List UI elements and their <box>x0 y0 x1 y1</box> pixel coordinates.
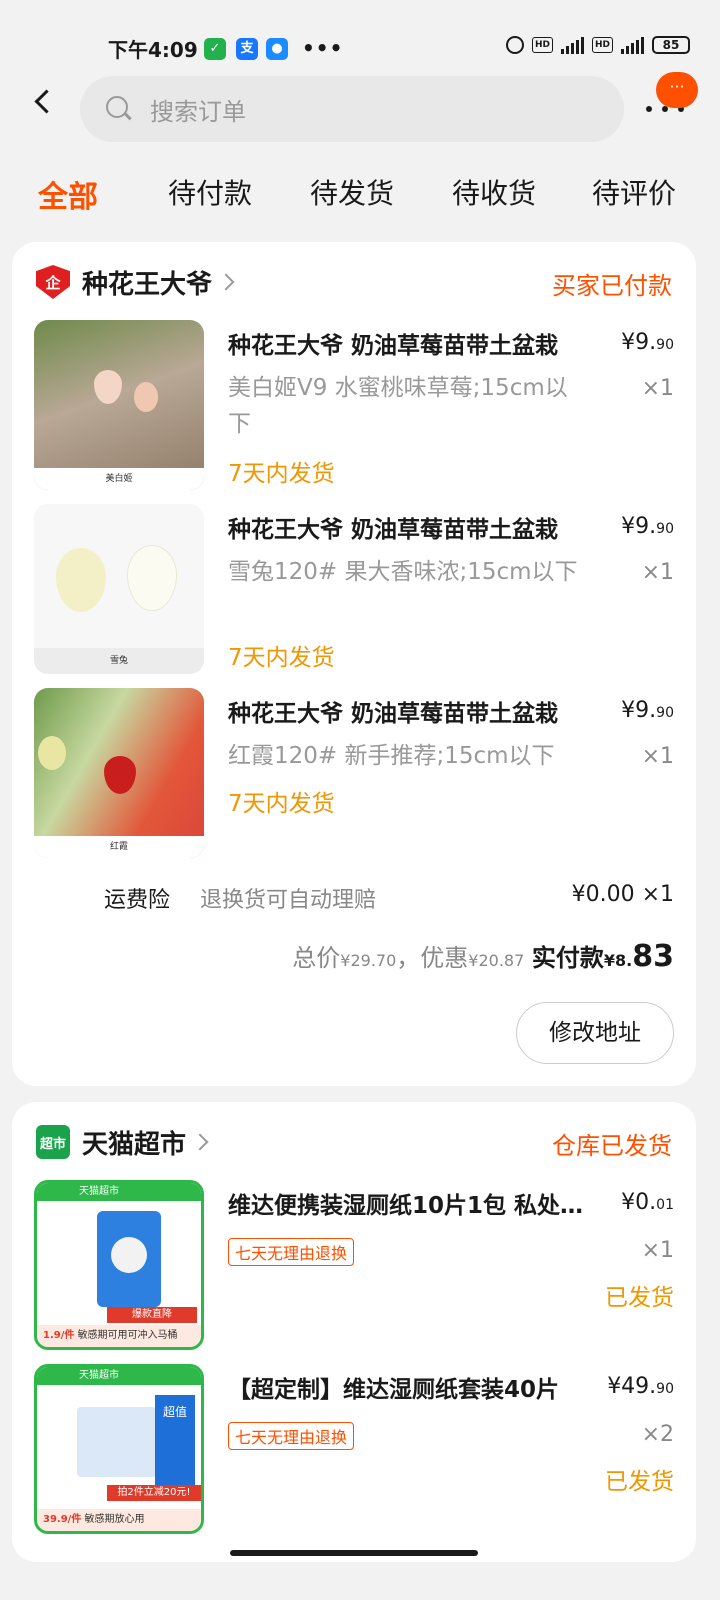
chevron-right-icon <box>191 1133 209 1151</box>
product-quantity: ×1 <box>641 744 674 769</box>
shipping-promise: 7天内发货 <box>228 461 335 487</box>
order-card: 超市 天猫超市 仓库已发货 天猫超市 爆款直降 1.9/件 敏感期可用可冲入马桶… <box>12 1102 696 1562</box>
thumbnail-caption: 雪兔 <box>34 648 204 674</box>
insurance-amount: ¥0.00 ×1 <box>571 882 674 907</box>
modify-address-button[interactable]: 修改地址 <box>516 1002 674 1064</box>
tab-pending-review[interactable]: 待评价 <box>592 172 676 212</box>
signal-icon <box>560 36 584 54</box>
product-spec: 红霞120# 新手推荐;15cm以下 <box>228 743 555 769</box>
insurance-label: 运费险 <box>104 888 171 913</box>
order-total: 总价¥29.70，优惠¥20.87 实付款¥8.83 <box>292 939 674 974</box>
status-time: 下午4:09 <box>108 38 198 62</box>
paid-label: 实付款 <box>531 944 604 972</box>
header: 搜索订单 <box>0 72 720 148</box>
order-item[interactable]: 红霞 种花王大爷 奶油草莓苗带土盆栽 ¥9.90 ×1 红霞120# 新手推荐;… <box>34 688 674 860</box>
insurance-desc: 退换货可自动理赔 <box>200 888 377 913</box>
alarm-icon <box>505 36 524 54</box>
more-notifications-icon: ••• <box>302 36 344 60</box>
return-policy-tag: 七天无理由退换 <box>228 1422 355 1450</box>
product-title[interactable]: 种花王大爷 奶油草莓苗带土盆栽 <box>228 326 588 360</box>
product-title[interactable]: 种花王大爷 奶油草莓苗带土盆栽 <box>228 510 588 544</box>
battery-icon: 85 <box>652 36 690 54</box>
product-price: ¥9.90 <box>621 330 674 355</box>
order-tabs: 全部 待付款 待发货 待收货 待评价 <box>0 168 720 228</box>
product-thumbnail[interactable]: 雪兔 <box>34 504 204 674</box>
shipping-promise: 7天内发货 <box>228 645 335 671</box>
product-title[interactable]: 【超定制】维达湿厕纸套装40片 <box>228 1370 588 1404</box>
product-thumbnail[interactable]: 红霞 <box>34 688 204 858</box>
shop-name[interactable]: 种花王大爷 <box>82 264 212 301</box>
shipping-promise: 7天内发货 <box>228 791 335 817</box>
product-spec: 美白姬V9 水蜜桃味草莓;15cm以下 <box>228 375 568 437</box>
thumbnail-banner: 天猫超市 <box>37 1367 201 1385</box>
product-title[interactable]: 种花王大爷 奶油草莓苗带土盆栽 <box>228 694 588 728</box>
product-price: ¥9.90 <box>621 698 674 723</box>
tmall-supermarket-icon: 超市 <box>36 1125 70 1159</box>
product-title[interactable]: 维达便携装湿厕纸10片1包 私处清洁 <box>228 1186 588 1220</box>
product-thumbnail[interactable]: 天猫超市 超值 拍2件立减20元! 39.9/件 敏感期放心用 <box>34 1364 204 1534</box>
product-spec: 雪兔120# 果大香味浓;15cm以下 <box>228 559 578 585</box>
search-bar[interactable]: 搜索订单 <box>80 76 624 142</box>
hd-badge: HD <box>531 37 553 53</box>
shop-header[interactable]: 企 种花王大爷 <box>36 262 235 302</box>
shipped-status: 已发货 <box>605 1285 674 1311</box>
order-item[interactable]: 美白姬 种花王大爷 奶油草莓苗带土盆栽 ¥9.90 ×1 美白姬V9 水蜜桃味草… <box>34 320 674 492</box>
tab-pending-payment[interactable]: 待付款 <box>168 172 252 212</box>
alipay-icon: 支 <box>236 38 258 60</box>
product-price: ¥49.90 <box>607 1374 674 1399</box>
order-status: 买家已付款 <box>552 272 672 300</box>
chevron-right-icon <box>217 273 235 291</box>
thumbnail-banner: 天猫超市 <box>37 1183 201 1201</box>
paid-amount: 83 <box>632 939 674 974</box>
home-indicator[interactable] <box>230 1550 478 1556</box>
product-quantity: ×2 <box>641 1422 674 1447</box>
wechat-icon: ✓ <box>204 38 226 60</box>
product-quantity: ×1 <box>641 560 674 585</box>
app-notification-icon: ● <box>266 38 288 60</box>
status-right: HD HD 85 <box>505 36 690 54</box>
product-thumbnail[interactable]: 美白姬 <box>34 320 204 490</box>
tab-pending-shipment[interactable]: 待发货 <box>310 172 394 212</box>
search-placeholder[interactable]: 搜索订单 <box>150 92 246 127</box>
shop-name[interactable]: 天猫超市 <box>82 1124 186 1161</box>
product-quantity: ×1 <box>641 1238 674 1263</box>
value-badge: 超值 <box>155 1395 195 1485</box>
thumbnail-caption: 红霞 <box>34 836 204 858</box>
product-price: ¥9.90 <box>621 514 674 539</box>
tab-pending-receipt[interactable]: 待收货 <box>452 172 536 212</box>
product-thumbnail[interactable]: 天猫超市 爆款直降 1.9/件 敏感期可用可冲入马桶 <box>34 1180 204 1350</box>
thumbnail-caption: 美白姬 <box>34 468 204 490</box>
hd-badge: HD <box>591 37 613 53</box>
order-status: 仓库已发货 <box>552 1132 672 1160</box>
back-arrow-icon[interactable] <box>30 90 56 116</box>
order-item[interactable]: 天猫超市 爆款直降 1.9/件 敏感期可用可冲入马桶 维达便携装湿厕纸10片1包… <box>34 1180 674 1352</box>
return-policy-tag: 七天无理由退换 <box>228 1238 355 1266</box>
signal-icon <box>621 36 644 54</box>
shop-header[interactable]: 超市 天猫超市 <box>36 1122 209 1162</box>
message-bubble-icon[interactable]: ··· <box>656 72 698 108</box>
enterprise-shop-icon: 企 <box>36 265 70 299</box>
search-icon <box>106 96 128 118</box>
order-card: 企 种花王大爷 买家已付款 美白姬 种花王大爷 奶油草莓苗带土盆栽 ¥9.90 … <box>12 242 696 1086</box>
product-quantity: ×1 <box>641 376 674 401</box>
tab-all[interactable]: 全部 <box>38 172 98 216</box>
order-item[interactable]: 天猫超市 超值 拍2件立减20元! 39.9/件 敏感期放心用 【超定制】维达湿… <box>34 1364 674 1536</box>
shipped-status: 已发货 <box>605 1469 674 1495</box>
product-price: ¥0.01 <box>621 1190 674 1215</box>
order-item[interactable]: 雪兔 种花王大爷 奶油草莓苗带土盆栽 ¥9.90 ×1 雪兔120# 果大香味浓… <box>34 504 674 676</box>
